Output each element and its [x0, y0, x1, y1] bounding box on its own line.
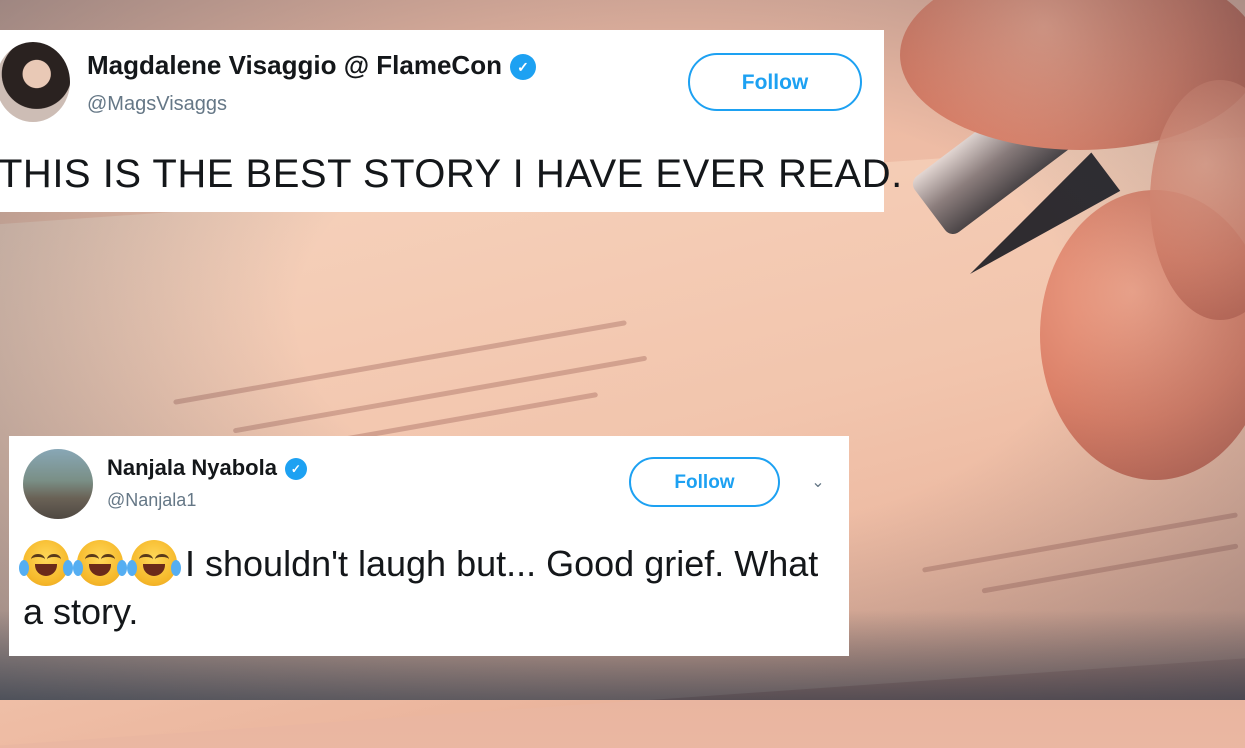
verified-badge-icon: ✓	[284, 458, 307, 481]
avatar[interactable]	[23, 449, 93, 519]
tweet-text: THIS IS THE BEST STORY I HAVE EVER READ.	[0, 152, 903, 196]
tweet-text: I shouldn't laugh but... Good grief. Wha…	[19, 540, 833, 636]
author-handle[interactable]: @MagsVisaggs	[87, 93, 227, 116]
author-handle[interactable]: @Nanjala1	[107, 490, 196, 511]
verified-badge-icon: ✓	[509, 54, 536, 81]
author-name-text: Magdalene Visaggio @ FlameCon	[87, 50, 502, 80]
author-name[interactable]: Nanjala Nyabola ✓	[107, 455, 307, 481]
tears-of-joy-emoji-icon	[127, 540, 181, 586]
author-name-text: Nanjala Nyabola	[107, 455, 277, 480]
author-name[interactable]: Magdalene Visaggio @ FlameCon ✓	[87, 50, 536, 81]
tears-of-joy-emoji-icon	[19, 540, 73, 586]
follow-button[interactable]: Follow	[629, 457, 780, 507]
chevron-down-icon[interactable]: ⌄	[808, 473, 828, 493]
tears-of-joy-emoji-icon	[73, 540, 127, 586]
follow-button[interactable]: Follow	[688, 53, 862, 111]
